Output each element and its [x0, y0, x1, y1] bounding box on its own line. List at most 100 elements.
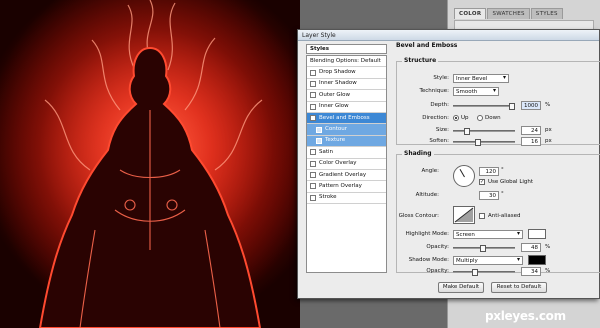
style-item-checkbox[interactable]	[310, 172, 316, 179]
style-item[interactable]: Color Overlay	[307, 159, 386, 170]
highlight-opacity-slider[interactable]	[453, 245, 515, 252]
style-item[interactable]: Gradient Overlay	[307, 170, 386, 182]
style-item-label: Satin	[319, 148, 334, 155]
angle-field[interactable]: 120	[479, 167, 499, 176]
style-item-checkbox[interactable]	[310, 160, 316, 167]
shadow-opacity-label: Opacity:	[426, 268, 449, 274]
soften-slider[interactable]	[453, 139, 515, 146]
shadow-color-swatch[interactable]	[528, 255, 546, 265]
structure-title: Structure	[402, 57, 439, 64]
style-item-checkbox[interactable]	[310, 149, 316, 156]
anti-aliased-checkbox[interactable]	[479, 213, 485, 219]
depth-field[interactable]: 1000	[521, 101, 541, 110]
depth-slider-thumb[interactable]	[509, 103, 515, 110]
style-item-checkbox[interactable]	[316, 137, 322, 144]
style-item[interactable]: Stroke	[307, 193, 386, 205]
dialog-title: Layer Style	[298, 30, 599, 41]
style-item[interactable]: Texture	[307, 135, 386, 148]
direction-down-radio[interactable]	[477, 115, 483, 121]
soften-slider-thumb[interactable]	[475, 139, 482, 146]
style-item-label: Gradient Overlay	[319, 171, 367, 178]
style-item[interactable]: Outer Glow	[307, 90, 386, 102]
style-item-label: Stroke	[319, 194, 337, 201]
technique-dropdown[interactable]: Smooth	[453, 87, 499, 96]
shadow-opacity-field[interactable]: 34	[521, 267, 541, 276]
style-item[interactable]: Blending Options: Default	[307, 56, 386, 68]
gloss-contour-label: Gloss Contour:	[398, 213, 439, 219]
highlight-opacity-field[interactable]: 48	[521, 243, 541, 252]
style-item[interactable]: Inner Glow	[307, 102, 386, 113]
global-light-checkbox[interactable]: ✓	[479, 179, 485, 185]
style-item-label: Blending Options: Default	[310, 57, 381, 64]
highlight-mode-dropdown[interactable]: Screen	[453, 230, 523, 239]
style-item[interactable]: Satin	[307, 147, 386, 159]
style-item[interactable]: Drop Shadow	[307, 67, 386, 79]
size-slider-thumb[interactable]	[464, 128, 471, 135]
reset-to-default-button[interactable]: Reset to Default	[491, 282, 547, 293]
direction-up-label: Up	[461, 115, 469, 121]
watermark: pxleyes.com	[485, 309, 566, 323]
soften-unit: px	[545, 138, 552, 144]
size-field[interactable]: 24	[521, 126, 541, 135]
style-item-checkbox[interactable]	[310, 69, 316, 76]
style-item-label: Inner Shadow	[319, 80, 357, 87]
style-item-label: Pattern Overlay	[319, 183, 362, 189]
style-item-label: Texture	[325, 137, 346, 144]
style-item-checkbox[interactable]	[310, 103, 316, 110]
highlight-color-swatch[interactable]	[528, 229, 546, 239]
shadow-opacity-slider[interactable]	[453, 269, 515, 276]
fire-figure-illustration	[0, 0, 300, 328]
styles-header[interactable]: Styles	[306, 44, 387, 54]
panel-tabs: COLOR SWATCHES STYLES	[454, 8, 564, 19]
highlight-opacity-unit: %	[545, 244, 551, 250]
structure-section: Structure Style: Inner Bevel Technique: …	[396, 57, 600, 146]
size-label: Size:	[435, 127, 449, 133]
tab-swatches[interactable]: SWATCHES	[487, 8, 530, 19]
style-item-checkbox[interactable]	[310, 80, 316, 87]
depth-slider[interactable]	[453, 103, 515, 110]
style-dropdown[interactable]: Inner Bevel	[453, 74, 509, 83]
style-item-label: Color Overlay	[319, 160, 357, 167]
style-item-checkbox[interactable]	[310, 194, 316, 201]
altitude-unit: °	[501, 191, 504, 197]
tab-styles[interactable]: STYLES	[530, 8, 563, 19]
bevel-title: Bevel and Emboss	[396, 42, 458, 49]
style-item-checkbox[interactable]	[316, 126, 322, 133]
gloss-contour-picker[interactable]	[453, 206, 475, 224]
shading-title: Shading	[402, 150, 434, 157]
shading-section: Shading Angle: 120 ° ✓ Use Global Light …	[396, 150, 600, 276]
style-item-label: Contour	[325, 126, 347, 133]
style-item-label: Outer Glow	[319, 91, 351, 98]
angle-dial[interactable]	[453, 165, 475, 187]
shadow-mode-dropdown[interactable]: Multiply	[453, 256, 523, 265]
altitude-field[interactable]: 30	[479, 191, 499, 200]
style-item[interactable]: Contour	[307, 124, 386, 136]
direction-up-radio[interactable]	[453, 115, 459, 121]
layer-style-dialog: Layer Style Styles Blending Options: Def…	[297, 29, 600, 299]
highlight-opacity-label: Opacity:	[426, 244, 449, 250]
style-item-checkbox[interactable]: ✓	[310, 115, 316, 122]
style-item-checkbox[interactable]	[310, 183, 316, 190]
size-slider[interactable]	[453, 128, 515, 135]
style-item[interactable]: Inner Shadow	[307, 79, 386, 91]
contour-curve-icon	[454, 207, 474, 223]
style-label: Style:	[433, 75, 449, 81]
style-item-checkbox[interactable]	[310, 92, 316, 99]
style-item-label: Inner Glow	[319, 103, 349, 110]
size-unit: px	[545, 127, 552, 133]
make-default-button[interactable]: Make Default	[438, 282, 484, 293]
highlight-opacity-thumb[interactable]	[479, 245, 486, 252]
highlight-mode-label: Highlight Mode:	[405, 231, 449, 237]
shadow-opacity-thumb[interactable]	[472, 269, 479, 276]
soften-field[interactable]: 16	[521, 137, 541, 146]
depth-unit: %	[545, 102, 551, 108]
global-light-label: Use Global Light	[488, 179, 534, 185]
angle-unit: °	[501, 167, 504, 173]
style-item[interactable]: Pattern Overlay	[307, 181, 386, 193]
tab-color[interactable]: COLOR	[454, 8, 487, 19]
anti-aliased-label: Anti-aliased	[488, 213, 521, 219]
style-item[interactable]: ✓ Bevel and Emboss	[307, 112, 386, 125]
style-item-label: Bevel and Emboss	[319, 114, 370, 121]
technique-label: Technique:	[419, 88, 449, 94]
shadow-mode-label: Shadow Mode:	[408, 257, 449, 263]
